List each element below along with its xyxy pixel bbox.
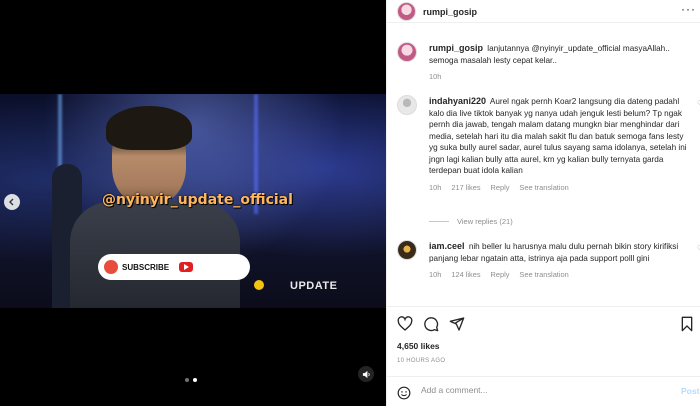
- comment-username[interactable]: iam.ceel: [429, 241, 465, 251]
- post-side-panel: rumpi_gosip ··· rumpi_gosip lanjutannya …: [386, 0, 700, 406]
- comment-input[interactable]: [421, 385, 661, 395]
- add-comment-bar: Post: [387, 376, 700, 406]
- mute-button[interactable]: [358, 366, 374, 382]
- comment-body: iam.ceel nih beller lu harusnya malu dul…: [429, 241, 691, 281]
- post-header: rumpi_gosip ···: [387, 0, 700, 23]
- carousel-dot: [185, 378, 189, 382]
- post-actions: [387, 306, 700, 340]
- comment-icon[interactable]: [423, 316, 439, 332]
- author-username[interactable]: rumpi_gosip: [423, 7, 477, 17]
- previous-slide-button[interactable]: [4, 194, 20, 210]
- comment-username[interactable]: indahyani220: [429, 96, 486, 106]
- post-timestamp: 10 HOURS AGO: [397, 358, 446, 364]
- channel-logo-icon: [254, 280, 264, 290]
- caption-body: rumpi_gosip lanjutannya @nyinyir_update_…: [429, 43, 691, 83]
- carousel-indicator: [185, 378, 197, 382]
- view-replies-label[interactable]: View replies (21): [457, 217, 513, 226]
- comment-time: 10h: [429, 270, 442, 279]
- likes-count[interactable]: 4,650 likes: [397, 341, 440, 351]
- emoji-icon[interactable]: [397, 386, 411, 400]
- see-translation-button[interactable]: See translation: [519, 269, 568, 281]
- more-icon[interactable]: ···: [681, 2, 696, 16]
- comment-likes[interactable]: 217 likes: [451, 182, 480, 194]
- post-media[interactable]: @nyinyir_update_official SUBSCRIBE UPDAT…: [0, 0, 386, 406]
- avatar[interactable]: [397, 42, 417, 62]
- caption-meta: 10h: [429, 71, 691, 83]
- share-icon[interactable]: [449, 316, 465, 332]
- subscribe-overlay: SUBSCRIBE: [98, 254, 250, 280]
- caption-username[interactable]: rumpi_gosip: [429, 43, 483, 53]
- chevron-left-icon: [9, 198, 14, 206]
- reply-button[interactable]: Reply: [491, 269, 510, 281]
- video-frame[interactable]: @nyinyir_update_official SUBSCRIBE UPDAT…: [0, 94, 386, 308]
- divider: [429, 221, 449, 222]
- update-label: UPDATE: [290, 280, 338, 292]
- video-watermark: @nyinyir_update_official: [102, 192, 293, 208]
- comment-text: Aurel ngak pernh Koar2 langsung dia date…: [429, 97, 687, 175]
- post-comment-button[interactable]: Post: [681, 386, 699, 396]
- subscribe-text: SUBSCRIBE: [122, 263, 169, 272]
- avatar[interactable]: [397, 240, 417, 260]
- see-translation-button[interactable]: See translation: [519, 182, 568, 194]
- subscribe-label: SUBSCRIBE: [122, 262, 170, 272]
- comment-body: indahyani220 Aurel ngak pernh Koar2 lang…: [429, 96, 691, 193]
- bookmark-icon[interactable]: [679, 316, 695, 332]
- view-replies-button[interactable]: View replies (21): [429, 217, 513, 226]
- youtube-icon: [179, 262, 194, 272]
- bell-icon: [104, 260, 118, 274]
- caption-time: 10h: [429, 72, 442, 81]
- carousel-dot-active: [193, 378, 197, 382]
- person-hair: [106, 106, 192, 150]
- reply-button[interactable]: Reply: [491, 182, 510, 194]
- comment-text: nih beller lu harusnya malu dulu pernah …: [429, 242, 679, 263]
- comment-likes[interactable]: 124 likes: [451, 269, 480, 281]
- avatar[interactable]: [397, 2, 416, 21]
- comment-meta: 10h 124 likes Reply See translation: [429, 269, 691, 281]
- comment-time: 10h: [429, 182, 442, 192]
- heart-icon[interactable]: [397, 316, 413, 332]
- avatar[interactable]: [397, 95, 417, 115]
- speaker-icon: [362, 370, 370, 378]
- comment-meta: 10h 217 likes Reply See translation: [429, 182, 691, 194]
